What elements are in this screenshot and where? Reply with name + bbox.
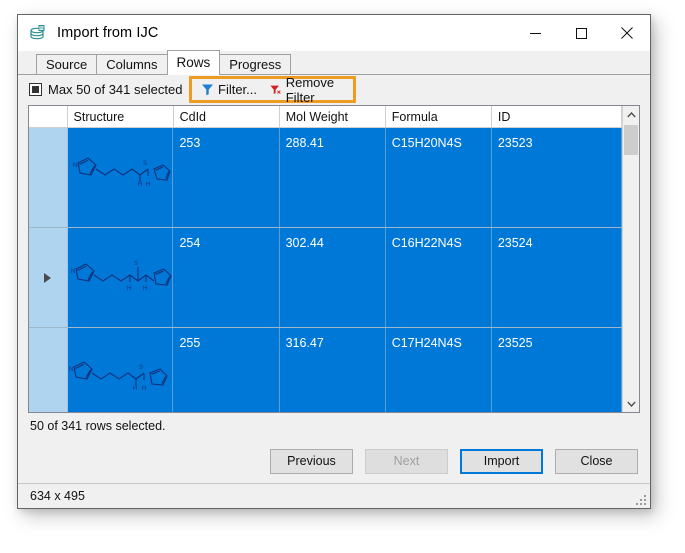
cell-id[interactable]: 23525 — [492, 328, 622, 412]
filter-actions-highlight: Filter... Remove Filter — [189, 76, 356, 103]
svg-text:W: W — [39, 25, 44, 31]
grid-header-row: Structure CdId Mol Weight Formula ID — [29, 106, 622, 128]
rows-toolbar: Max 50 of 341 selected Filter... Remove … — [18, 75, 650, 103]
chevron-down-icon — [627, 401, 636, 407]
maximize-button[interactable] — [558, 15, 604, 51]
table-row[interactable]: N H H S 254 302.44 C16H22N4S 23524 — [29, 228, 622, 328]
tab-columns[interactable]: Columns — [96, 54, 167, 74]
remove-filter-icon — [270, 83, 282, 96]
remove-filter-button[interactable]: Remove Filter — [266, 74, 353, 106]
row-gutter[interactable] — [29, 128, 68, 227]
svg-text:H: H — [143, 286, 147, 292]
max-selected-label: Max 50 of 341 selected — [48, 82, 182, 97]
cell-cdid[interactable]: 255 — [173, 328, 279, 412]
svg-text:H: H — [133, 386, 137, 392]
close-icon — [621, 27, 633, 39]
max-selected-checkbox[interactable] — [29, 83, 42, 96]
cell-cdid[interactable]: 254 — [173, 228, 279, 327]
cell-id[interactable]: 23523 — [492, 128, 622, 227]
svg-text:H: H — [142, 386, 146, 392]
maximize-icon — [576, 28, 587, 39]
grid-main: Structure CdId Mol Weight Formula ID — [29, 106, 622, 412]
current-row-marker-icon — [44, 273, 51, 283]
next-button: Next — [365, 449, 448, 474]
filter-button[interactable]: Filter... — [197, 81, 261, 98]
grid-vertical-scrollbar[interactable] — [622, 106, 639, 412]
tab-progress[interactable]: Progress — [219, 54, 291, 74]
import-button[interactable]: Import — [460, 449, 543, 474]
column-header-cdid[interactable]: CdId — [174, 106, 280, 127]
svg-text:N: N — [69, 367, 73, 373]
remove-filter-button-label: Remove Filter — [286, 75, 349, 105]
import-dialog-window: W Import from IJC So — [17, 14, 651, 509]
svg-text:H: H — [127, 286, 131, 292]
row-gutter-current[interactable] — [29, 228, 68, 327]
cell-mol-weight[interactable]: 288.41 — [280, 128, 386, 227]
cell-mol-weight[interactable]: 316.47 — [280, 328, 386, 412]
structure-thumbnail: N H H S — [68, 128, 174, 227]
window-size-text: 634 x 495 — [30, 489, 85, 503]
rows-grid: Structure CdId Mol Weight Formula ID — [28, 105, 640, 413]
column-header-formula[interactable]: Formula — [386, 106, 492, 127]
chevron-up-icon — [627, 112, 636, 118]
structure-thumbnail: N H H S — [68, 328, 174, 412]
tab-rows[interactable]: Rows — [167, 50, 221, 75]
cell-id[interactable]: 23524 — [492, 228, 622, 327]
column-header-id[interactable]: ID — [492, 106, 622, 127]
title-bar: W Import from IJC — [18, 15, 650, 51]
svg-text:N: N — [71, 269, 75, 275]
row-gutter[interactable] — [29, 328, 68, 412]
svg-text:S: S — [139, 365, 143, 371]
table-row[interactable]: N H H S 255 316.47 C17H24N4S 23525 — [29, 328, 622, 412]
svg-text:N: N — [73, 163, 77, 169]
dialog-button-row: Previous Next Import Close — [18, 439, 650, 483]
window-title: Import from IJC — [57, 25, 158, 41]
tab-strip: Source Columns Rows Progress — [18, 51, 650, 75]
database-stack-icon: W — [28, 23, 48, 43]
tab-source[interactable]: Source — [36, 54, 97, 74]
scroll-down-button[interactable] — [623, 395, 639, 412]
molecule-structure-icon: N H H S — [68, 345, 172, 411]
resize-grip-icon[interactable] — [633, 492, 646, 505]
cell-formula[interactable]: C16H22N4S — [386, 228, 492, 327]
selection-status-text: 50 of 341 rows selected. — [18, 413, 650, 439]
svg-text:S: S — [134, 261, 138, 267]
cell-formula[interactable]: C15H20N4S — [386, 128, 492, 227]
svg-text:S: S — [143, 161, 147, 167]
filter-funnel-icon — [201, 83, 214, 96]
cell-formula[interactable]: C17H24N4S — [386, 328, 492, 412]
previous-button[interactable]: Previous — [270, 449, 353, 474]
cell-cdid[interactable]: 253 — [173, 128, 279, 227]
filter-button-label: Filter... — [218, 82, 257, 97]
scroll-thumb[interactable] — [624, 125, 638, 155]
close-dialog-button[interactable]: Close — [555, 449, 638, 474]
scroll-track[interactable] — [623, 123, 639, 395]
status-bar: 634 x 495 — [18, 483, 650, 508]
cell-mol-weight[interactable]: 302.44 — [280, 228, 386, 327]
scroll-up-button[interactable] — [623, 106, 639, 123]
column-header-structure[interactable]: Structure — [68, 106, 174, 127]
close-button[interactable] — [604, 15, 650, 51]
grid-header-gutter — [29, 106, 68, 127]
svg-text:H: H — [146, 182, 150, 188]
table-row[interactable]: N H H S 253 288.41 C15H20N4S 23523 — [29, 128, 622, 228]
minimize-icon — [530, 28, 541, 39]
molecule-structure-icon: N H H S — [68, 145, 172, 211]
minimize-button[interactable] — [512, 15, 558, 51]
grid-body: N H H S 253 288.41 C15H20N4S 23523 — [29, 128, 622, 412]
column-header-mol-weight[interactable]: Mol Weight — [280, 106, 386, 127]
window-controls — [512, 15, 650, 51]
svg-text:H: H — [138, 182, 142, 188]
structure-thumbnail: N H H S — [68, 228, 174, 327]
molecule-structure-icon: N H H S — [68, 245, 172, 311]
